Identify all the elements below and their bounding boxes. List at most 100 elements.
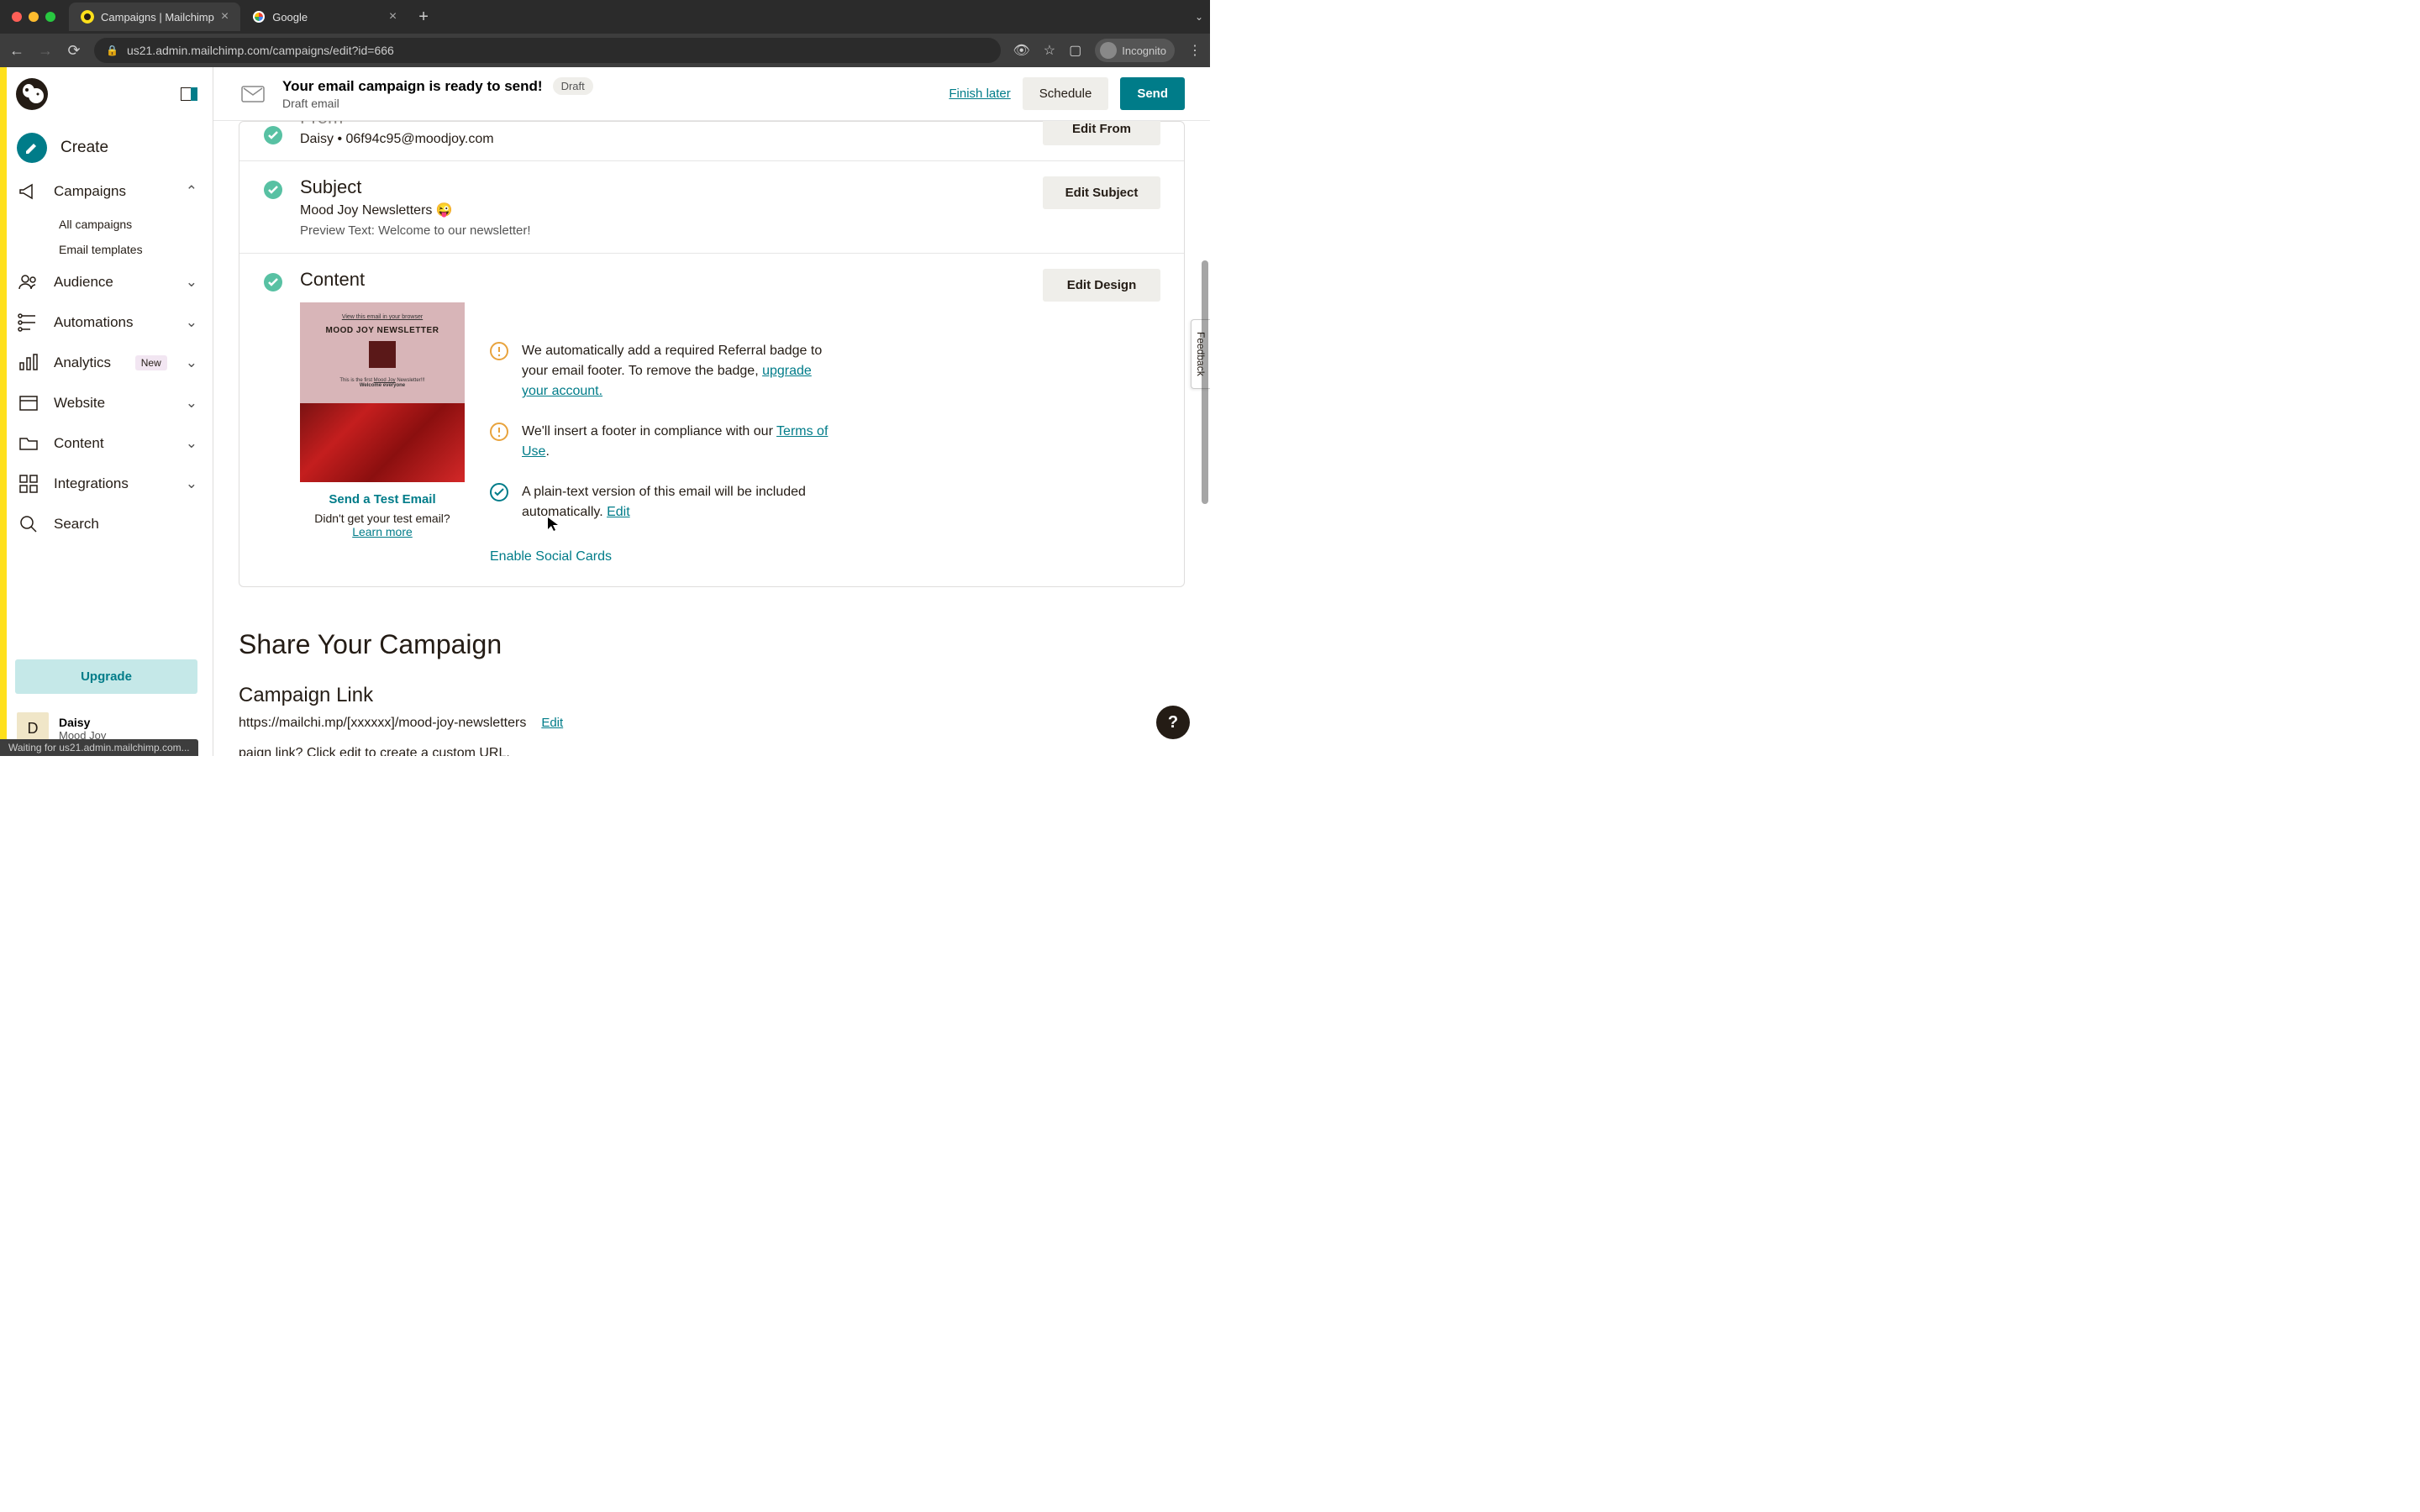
campaign-url: https://mailchi.mp/[xxxxxx]/mood-joy-new… — [239, 716, 526, 731]
eye-off-icon[interactable]: 👁 — [1013, 42, 1029, 59]
sidebar-item-integrations[interactable]: Integrations ⌄ — [0, 464, 213, 504]
share-help-text: paign link? Click edit to create a custo… — [239, 746, 1185, 756]
sidebar-sub-email-templates[interactable]: Email templates — [59, 237, 213, 262]
google-favicon-icon — [252, 10, 266, 24]
preview-brand: MOOD JOY NEWSLETTER — [300, 326, 465, 335]
megaphone-icon — [17, 180, 40, 203]
share-subtitle: Campaign Link — [239, 684, 1185, 707]
section-title: Content — [300, 269, 1026, 291]
incognito-badge[interactable]: Incognito — [1095, 39, 1175, 62]
send-test-email-link[interactable]: Send a Test Email — [329, 492, 435, 507]
sidebar-item-label: Integrations — [54, 475, 172, 492]
notice-plaintext: A plain-text version of this email will … — [490, 482, 1026, 522]
check-circle-outline-icon — [490, 483, 508, 501]
preview-caption: This is the first Mood Joy Newsletter!!!… — [300, 378, 465, 388]
automations-icon — [17, 311, 40, 334]
sidebar: Create Campaigns ⌃ All campaigns Email t… — [0, 67, 213, 756]
warning-circle-icon — [490, 342, 508, 360]
edit-plaintext-link[interactable]: Edit — [607, 505, 630, 519]
notice-referral: We automatically add a required Referral… — [490, 341, 1026, 402]
sidebar-item-label: Website — [54, 395, 172, 412]
section-title: Subject — [300, 176, 1026, 198]
back-button[interactable]: ← — [8, 42, 25, 60]
learn-more-link[interactable]: Learn more — [352, 525, 413, 538]
sidebar-item-campaigns[interactable]: Campaigns ⌃ — [0, 171, 213, 212]
window-controls[interactable] — [12, 12, 55, 22]
lock-icon: 🔒 — [106, 45, 118, 56]
folder-icon — [17, 432, 40, 455]
sidebar-sub-all-campaigns[interactable]: All campaigns — [59, 212, 213, 237]
tab-title: Campaigns | Mailchimp — [101, 11, 214, 24]
notice-footer: We'll insert a footer in compliance with… — [490, 422, 1026, 462]
forward-button[interactable]: → — [37, 42, 54, 60]
new-badge: New — [135, 355, 167, 370]
check-circle-icon — [263, 272, 283, 292]
subject-value: Mood Joy Newsletters 😜 — [300, 202, 1026, 218]
help-bubble[interactable]: ? — [1156, 706, 1190, 739]
panel-icon[interactable]: ▢ — [1069, 42, 1081, 59]
page-header: Your email campaign is ready to send! Dr… — [213, 67, 1210, 121]
sidebar-item-analytics[interactable]: Analytics New ⌄ — [0, 343, 213, 383]
browser-tab-active[interactable]: Campaigns | Mailchimp × — [69, 3, 240, 31]
search-icon — [17, 512, 40, 536]
chevron-down-icon: ⌄ — [186, 354, 197, 371]
test-help-text: Didn't get your test email? Learn more — [300, 512, 465, 538]
minimize-window-icon[interactable] — [29, 12, 39, 22]
sidebar-item-label: Create — [60, 139, 197, 157]
chevron-down-icon: ⌄ — [186, 314, 197, 331]
page-subtitle: Draft email — [282, 97, 934, 110]
scrollbar-thumb[interactable] — [1202, 260, 1208, 504]
edit-from-button[interactable]: Edit From — [1043, 121, 1160, 145]
sidebar-create[interactable]: Create — [0, 124, 213, 171]
grid-icon — [17, 472, 40, 496]
send-button[interactable]: Send — [1120, 77, 1185, 110]
schedule-button[interactable]: Schedule — [1023, 77, 1109, 110]
email-preview-thumbnail[interactable]: View this email in your browser MOOD JOY… — [300, 302, 465, 482]
sidebar-item-search[interactable]: Search — [0, 504, 213, 544]
status-badge: Draft — [553, 77, 593, 95]
upgrade-button[interactable]: Upgrade — [15, 659, 197, 694]
mailchimp-logo-icon[interactable] — [15, 77, 49, 111]
url-text: us21.admin.mailchimp.com/campaigns/edit?… — [127, 44, 990, 57]
close-tab-icon[interactable]: × — [221, 9, 229, 24]
close-window-icon[interactable] — [12, 12, 22, 22]
close-tab-icon[interactable]: × — [389, 9, 397, 24]
browser-tab[interactable]: Google × — [240, 3, 408, 31]
url-input[interactable]: 🔒 us21.admin.mailchimp.com/campaigns/edi… — [94, 38, 1001, 63]
sidebar-item-audience[interactable]: Audience ⌄ — [0, 262, 213, 302]
chevron-down-icon: ⌄ — [186, 395, 197, 412]
section-subject: Subject Mood Joy Newsletters 😜 Preview T… — [239, 161, 1184, 254]
finish-later-link[interactable]: Finish later — [949, 87, 1010, 101]
sidebar-item-website[interactable]: Website ⌄ — [0, 383, 213, 423]
warning-circle-icon — [490, 423, 508, 441]
sidebar-item-label: Automations — [54, 314, 172, 331]
edit-design-button[interactable]: Edit Design — [1043, 269, 1160, 302]
pencil-icon — [17, 133, 47, 163]
reload-button[interactable]: ⟳ — [66, 42, 82, 60]
tab-title: Google — [272, 11, 308, 24]
user-name: Daisy — [59, 716, 106, 729]
mailchimp-favicon-icon — [81, 10, 94, 24]
expand-tabs-icon[interactable]: ⌄ — [1195, 11, 1203, 23]
section-from: From Daisy • 06f94c95@moodjoy.com Edit F… — [239, 122, 1184, 161]
maximize-window-icon[interactable] — [45, 12, 55, 22]
new-tab-button[interactable]: + — [408, 8, 439, 27]
sidebar-item-content[interactable]: Content ⌄ — [0, 423, 213, 464]
kebab-menu-icon[interactable]: ⋮ — [1188, 42, 1202, 59]
enable-social-cards-link[interactable]: Enable Social Cards — [490, 549, 1026, 564]
bookmark-star-icon[interactable]: ☆ — [1044, 42, 1055, 59]
window-icon — [17, 391, 40, 415]
chevron-down-icon: ⌄ — [186, 274, 197, 291]
address-bar: ← → ⟳ 🔒 us21.admin.mailchimp.com/campaig… — [0, 34, 1210, 67]
sidebar-item-automations[interactable]: Automations ⌄ — [0, 302, 213, 343]
sidebar-item-label: Analytics — [54, 354, 122, 371]
preview-hero-image — [300, 403, 465, 482]
browser-tab-strip: Campaigns | Mailchimp × Google × + ⌄ — [0, 0, 1210, 34]
bar-chart-icon — [17, 351, 40, 375]
edit-campaign-url-link[interactable]: Edit — [541, 716, 563, 730]
collapse-sidebar-icon[interactable] — [181, 87, 197, 101]
edit-subject-button[interactable]: Edit Subject — [1043, 176, 1160, 209]
audience-icon — [17, 270, 40, 294]
envelope-icon — [239, 80, 267, 108]
incognito-label: Incognito — [1122, 45, 1166, 57]
